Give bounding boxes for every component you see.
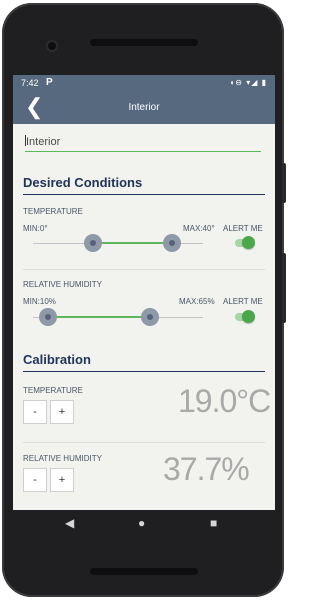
nav-recents-icon[interactable]: ■ <box>210 516 217 530</box>
nav-home-icon[interactable]: ● <box>138 516 145 530</box>
temperature-max-thumb[interactable] <box>163 234 181 252</box>
humidity-calibration-value: 37.7% <box>163 451 250 487</box>
humidity-min-label: MIN:10% <box>23 297 56 306</box>
earpiece-speaker <box>90 39 198 46</box>
desired-divider <box>23 194 265 195</box>
calibration-row-divider <box>23 442 265 443</box>
screen: 7:42 P ◖⊖ ▾◢ ▮ ❮ Interior Interior Desir… <box>13 75 275 542</box>
temperature-alert-label: ALERT ME <box>223 224 263 233</box>
temperature-label: TEMPERATURE <box>23 207 83 216</box>
page-title: Interior <box>128 102 160 113</box>
system-icons: ◖⊖ ▾◢ ▮ <box>229 78 267 87</box>
humidity-slider-range <box>48 316 149 318</box>
parking-app-icon: P <box>46 77 53 88</box>
temperature-max-label: MAX:40° <box>183 224 215 233</box>
desired-conditions-heading: Desired Conditions <box>23 175 143 190</box>
temperature-alert-toggle-knob <box>242 236 255 249</box>
status-bar: 7:42 P ◖⊖ ▾◢ ▮ <box>13 75 275 93</box>
app-bar: ❮ Interior <box>13 93 275 124</box>
humidity-alert-label: ALERT ME <box>223 297 263 306</box>
humidity-increment-button[interactable]: + <box>50 468 74 492</box>
humidity-max-label: MAX:65% <box>179 297 215 306</box>
calibration-divider <box>23 371 265 372</box>
nav-back-icon[interactable]: ◀ <box>65 516 74 530</box>
humidity-label: RELATIVE HUMIDITY <box>23 280 102 289</box>
system-nav-bar: ◀ ● ■ <box>13 510 275 542</box>
name-input[interactable]: Interior <box>25 135 261 152</box>
temperature-decrement-button[interactable]: - <box>23 400 47 424</box>
humidity-max-thumb[interactable] <box>141 308 159 326</box>
temperature-slider-range <box>93 242 172 244</box>
status-time: 7:42 <box>21 78 39 88</box>
calibration-temperature-label: TEMPERATURE <box>23 386 83 395</box>
temperature-increment-button[interactable]: + <box>50 400 74 424</box>
temperature-humidity-divider <box>23 269 265 270</box>
name-input-value: Interior <box>26 136 61 148</box>
calibration-heading: Calibration <box>23 352 91 367</box>
bottom-speaker <box>90 568 198 575</box>
humidity-alert-toggle-knob <box>242 310 255 323</box>
calibration-humidity-label: RELATIVE HUMIDITY <box>23 454 102 463</box>
humidity-decrement-button[interactable]: - <box>23 468 47 492</box>
temperature-calibration-value: 19.0°C <box>178 383 271 419</box>
temperature-min-label: MIN:0° <box>23 224 48 233</box>
temperature-min-thumb[interactable] <box>84 234 102 252</box>
humidity-min-thumb[interactable] <box>39 308 57 326</box>
front-camera <box>48 42 56 50</box>
power-button <box>282 163 286 203</box>
volume-button <box>282 253 286 323</box>
